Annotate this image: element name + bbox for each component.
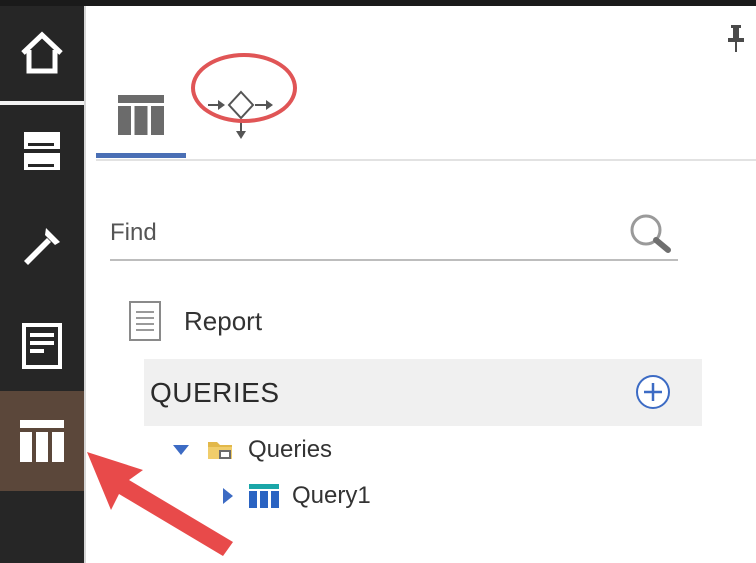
queries-heading: QUERIES [150, 377, 280, 408]
search-underline [110, 259, 678, 261]
queries-folder-label: Queries [248, 436, 333, 463]
document-icon [129, 301, 161, 341]
sidebar-report-button[interactable] [0, 296, 84, 396]
tree-item-report[interactable]: Report [128, 296, 262, 346]
hammer-icon [24, 228, 60, 265]
search-button[interactable] [626, 210, 680, 256]
sidebar-home-button[interactable] [0, 6, 84, 101]
left-sidebar [0, 6, 84, 563]
sidebar-data-modules-button[interactable] [0, 391, 84, 491]
tree-item-query1[interactable]: Query1 [220, 478, 371, 514]
top-border [0, 0, 756, 6]
sidebar-data-server-button[interactable] [0, 106, 84, 196]
home-icon [21, 31, 63, 73]
sidebar-divider [0, 101, 84, 105]
query-table-icon [249, 484, 279, 508]
query1-label: Query1 [292, 482, 371, 509]
highlight-ring [191, 53, 297, 123]
tree-item-queries-folder[interactable]: Queries [172, 432, 332, 468]
sidebar-edge [84, 6, 86, 563]
queries-section-header: QUERIES [144, 359, 702, 426]
add-circle-icon [636, 375, 670, 409]
data-table-icon [20, 420, 64, 462]
report-label: Report [184, 305, 263, 336]
sidebar-tools-button[interactable] [0, 196, 84, 296]
folder-icon [208, 442, 232, 459]
tab-sources[interactable] [96, 70, 186, 160]
report-icon [22, 323, 62, 369]
chevron-right-icon[interactable] [220, 487, 234, 505]
tab-divider [96, 159, 756, 161]
chevron-down-icon[interactable] [172, 442, 190, 458]
search-icon [630, 214, 671, 253]
pin-panel-button[interactable] [722, 20, 750, 56]
data-table-icon [118, 95, 164, 135]
active-tab-indicator [96, 153, 186, 158]
search-input[interactable]: Find [110, 218, 157, 248]
add-query-button[interactable] [634, 373, 672, 411]
pin-icon [728, 25, 744, 52]
server-icon [24, 132, 60, 170]
